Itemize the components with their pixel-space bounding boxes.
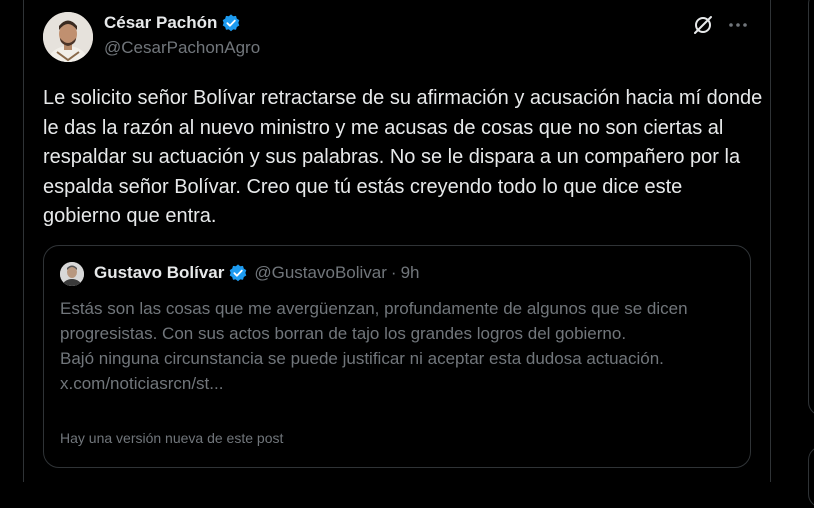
tweet-text: Le solicito señor Bolívar retractarse de…: [43, 87, 763, 227]
timeline-right-border: [770, 0, 771, 482]
quote-timestamp[interactable]: 9h: [401, 263, 420, 283]
grok-icon[interactable]: [692, 14, 714, 36]
quote-text-paragraph-1: Estás son las cosas que me avergüenzan, …: [60, 299, 688, 343]
author-avatar[interactable]: [43, 12, 93, 62]
quote-text-paragraph-2: Bajó ninguna circunstancia se puede just…: [60, 349, 664, 393]
quote-author-avatar[interactable]: [60, 262, 84, 286]
verified-badge-icon: [230, 264, 247, 282]
author-name[interactable]: César Pachón: [104, 13, 217, 33]
verified-badge-icon: [223, 14, 240, 32]
more-options-icon[interactable]: [726, 13, 750, 37]
author-handle[interactable]: @CesarPachonAgro: [104, 38, 260, 58]
quote-separator: ·: [390, 263, 397, 282]
quote-text: Estás son las cosas que me avergüenzan, …: [60, 296, 740, 396]
timeline-left-border: [23, 0, 24, 482]
quote-header: Gustavo Bolívar @GustavoBolivar · 9h: [94, 263, 420, 283]
quoted-post[interactable]: Gustavo Bolívar @GustavoBolivar · 9h Est…: [43, 245, 751, 468]
quote-author-name[interactable]: Gustavo Bolívar: [94, 263, 224, 283]
quote-author-handle[interactable]: @GustavoBolivar: [254, 263, 387, 283]
quote-edited-notice[interactable]: Hay una versión nueva de este post: [60, 430, 283, 446]
sidebar-card-lower: [808, 446, 814, 508]
sidebar-card: [808, 0, 814, 416]
author-name-row: César Pachón: [104, 13, 241, 33]
